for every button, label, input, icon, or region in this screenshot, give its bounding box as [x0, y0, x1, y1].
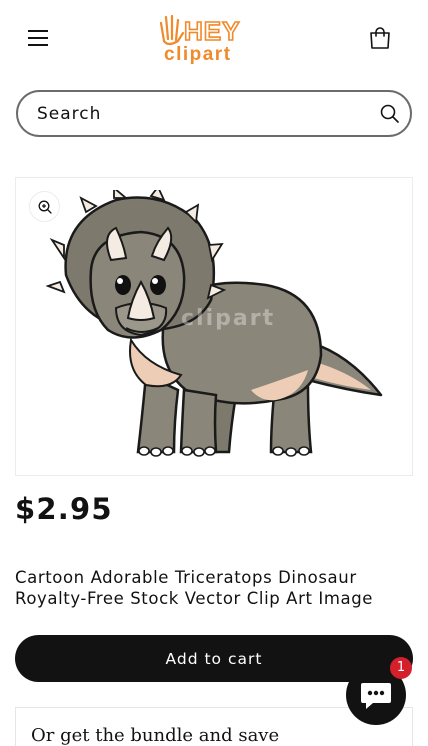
search-icon	[380, 104, 399, 123]
chat-bubble-icon	[361, 683, 391, 709]
bundle-heading: Or get the bundle and save	[31, 725, 280, 746]
logo-text-hey: HEY	[184, 16, 240, 46]
hamburger-menu-icon	[28, 30, 48, 32]
site-header: HEY clipart	[0, 0, 428, 76]
shopping-bag-icon	[370, 27, 390, 49]
site-logo[interactable]: HEY clipart	[158, 11, 262, 65]
logo-text-clipart: clipart	[164, 44, 232, 65]
product-image-container[interactable]: clipart	[15, 177, 413, 476]
search-button[interactable]	[378, 102, 402, 126]
product-title: Cartoon Adorable Triceratops Dinosaur Ro…	[15, 568, 374, 608]
menu-button[interactable]	[26, 27, 54, 49]
cart-button[interactable]	[366, 24, 394, 52]
chat-notification-badge: 1	[390, 657, 412, 679]
search-input[interactable]	[37, 101, 357, 127]
product-price: $2.95	[15, 492, 113, 526]
hamburger-menu-icon-bar	[28, 44, 48, 46]
hamburger-menu-icon-bar	[28, 37, 48, 39]
search-bar	[16, 90, 412, 137]
image-watermark: clipart	[181, 306, 276, 331]
